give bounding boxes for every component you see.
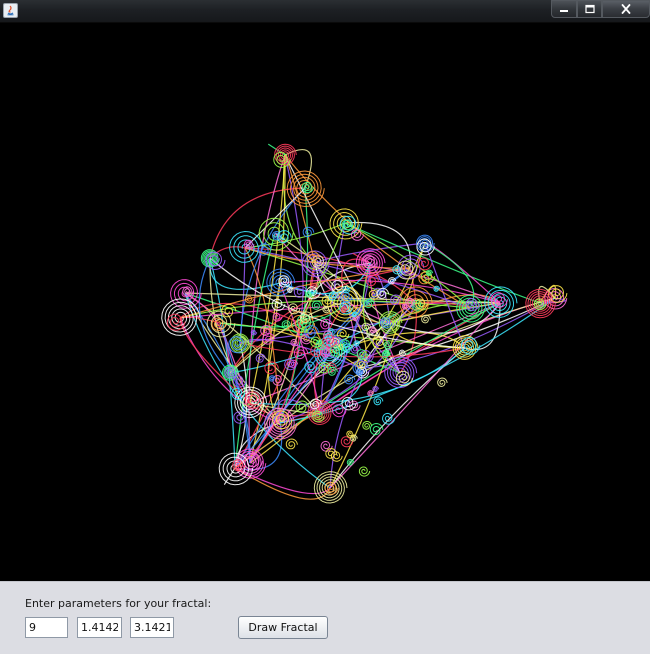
maximize-icon xyxy=(584,4,595,14)
fractal-spiral xyxy=(437,377,448,387)
fractal-canvas xyxy=(0,23,650,581)
parameter-field-1[interactable] xyxy=(25,617,68,638)
fractal-spiral xyxy=(372,386,379,392)
fractal-spiral xyxy=(255,353,266,363)
fractal-spiral xyxy=(285,438,298,450)
fractal-branch xyxy=(344,221,411,269)
fractal-spiral xyxy=(421,314,431,324)
parameter-field-3[interactable] xyxy=(130,617,174,638)
parameter-panel: Enter parameters for your fractal: Draw … xyxy=(0,581,650,654)
minimize-button[interactable] xyxy=(551,0,577,18)
fractal-spiral xyxy=(320,440,333,452)
title-bar xyxy=(0,0,650,23)
fractal-spiral xyxy=(311,300,323,310)
draw-fractal-button[interactable]: Draw Fractal xyxy=(238,616,328,639)
java-icon[interactable] xyxy=(3,3,18,18)
minimize-icon xyxy=(560,10,568,12)
fractal-spiral xyxy=(373,396,384,406)
fractal-spiral xyxy=(336,329,350,341)
maximize-button[interactable] xyxy=(577,0,602,18)
fractal-spiral xyxy=(268,375,276,382)
fractal-branch xyxy=(209,257,236,469)
fractal-spiral xyxy=(221,303,237,318)
close-button[interactable] xyxy=(602,0,650,18)
window-controls xyxy=(551,0,650,18)
fractal-drawing xyxy=(161,143,568,504)
parameter-field-2[interactable] xyxy=(77,617,122,638)
parameter-prompt: Enter parameters for your fractal: xyxy=(25,597,212,610)
fractal-spiral xyxy=(295,400,310,413)
fractal-spiral xyxy=(358,466,371,477)
close-icon xyxy=(621,4,631,14)
fractal-spiral xyxy=(346,430,355,438)
